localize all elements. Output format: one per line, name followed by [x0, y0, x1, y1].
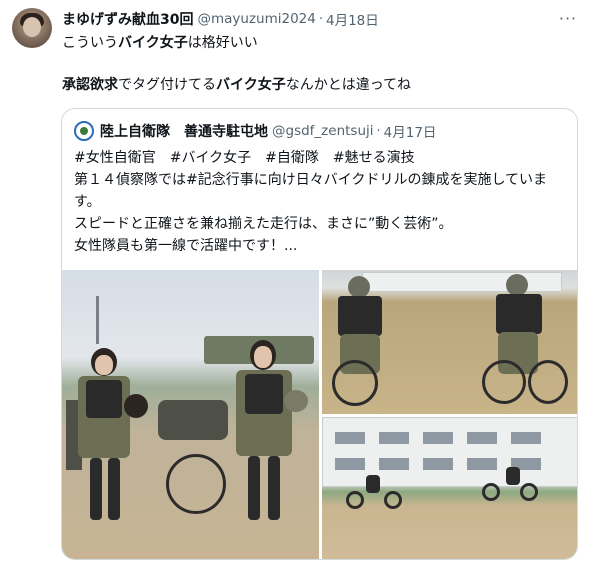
hashtags-line[interactable]: #女性自衛官 #バイク女子 #自衛隊 #魅せる演技 — [74, 147, 569, 169]
tweet-text: こういうバイク女子は格好いい 承認欲求でタグ付けてるバイク女子なんかとは違ってね — [62, 32, 572, 96]
quoted-text-line: スピードと正確さを兼ね揃えた走行は、まさに”動く芸術”。 — [74, 216, 453, 232]
quoted-text-line: 女性隊員も第一線で活躍中です！... — [74, 238, 298, 254]
window — [335, 432, 365, 444]
window — [335, 458, 365, 470]
text-bold-segment: 承認欲求 — [62, 77, 118, 93]
rider-far-left — [346, 475, 406, 511]
boot-right — [268, 456, 280, 520]
helmet-held — [284, 390, 308, 412]
photo-two-soldiers-with-bikes[interactable] — [62, 270, 319, 559]
window — [379, 432, 409, 444]
window — [467, 432, 497, 444]
tweet: まゆげずみ献血30回 @mayuzumi2024 · 4月18日 ··· こうい… — [0, 0, 589, 563]
bike-wheel — [520, 483, 538, 501]
helmet — [506, 274, 528, 296]
lamp-pole — [96, 296, 99, 344]
boot-left — [90, 458, 102, 520]
display-name[interactable]: まゆげずみ献血30回 — [62, 9, 193, 29]
boot-right — [108, 458, 120, 520]
window — [423, 458, 453, 470]
boot-left — [248, 456, 260, 520]
tweet-text-blank — [62, 54, 572, 74]
text-bold-segment: バイク女子 — [216, 77, 286, 93]
tweet-text-line-2: 承認欲求でタグ付けてるバイク女子なんかとは違ってね — [62, 74, 572, 96]
quoted-tweet-header: 陸上自衛隊 善通寺駐屯地 @gsdf_zentsuji · 4月17日 — [74, 121, 436, 141]
bike-wheel-front — [166, 454, 226, 514]
tweet-text-line-1: こういうバイク女子は格好いい — [62, 32, 572, 54]
body-armor — [338, 296, 382, 336]
body-armor — [245, 374, 283, 414]
separator-dot: · — [376, 123, 381, 139]
separator-dot: · — [318, 11, 323, 27]
window — [379, 458, 409, 470]
face — [95, 355, 113, 375]
bike-wheel — [528, 360, 568, 404]
face — [254, 346, 272, 368]
helmet — [348, 276, 370, 298]
quoted-display-name[interactable]: 陸上自衛隊 善通寺駐屯地 — [100, 121, 268, 141]
helmet-in-hand — [124, 394, 148, 418]
tweet-header: まゆげずみ献血30回 @mayuzumi2024 · 4月18日 — [62, 9, 379, 29]
soldier-left — [78, 348, 138, 528]
rider-right — [472, 274, 572, 410]
media-grid — [62, 270, 577, 559]
quoted-text-line: す。 — [74, 194, 101, 210]
quoted-tweet[interactable]: 陸上自衛隊 善通寺駐屯地 @gsdf_zentsuji · 4月17日 #女性自… — [61, 108, 578, 560]
text-segment: なんかとは違ってね — [285, 77, 412, 93]
quoted-text-line: 第１４偵察隊では#記念行事に向け日々バイクドリルの錬成を実施していま — [74, 172, 548, 188]
bike-wheel — [332, 360, 378, 406]
window — [423, 432, 453, 444]
bike-wheel — [384, 491, 402, 509]
text-segment: こういう — [62, 35, 118, 51]
rider-left — [330, 276, 400, 408]
user-handle[interactable]: @mayuzumi2024 — [197, 11, 315, 27]
rider — [366, 475, 380, 493]
text-bold-segment: バイク女子 — [118, 35, 188, 51]
bike-body — [158, 400, 228, 440]
bike-wheel — [482, 360, 526, 404]
body-armor — [496, 294, 542, 334]
body-armor — [86, 380, 122, 418]
more-options-icon[interactable]: ··· — [558, 9, 578, 28]
window — [511, 432, 541, 444]
gsdf-emblem-icon[interactable] — [74, 121, 94, 141]
quoted-handle[interactable]: @gsdf_zentsuji — [272, 123, 374, 139]
bike-wheel — [346, 491, 364, 509]
text-segment: でタグ付けてる — [118, 77, 216, 93]
quoted-tweet-text: #女性自衛官 #バイク女子 #自衛隊 #魅せる演技 第１４偵察隊では#記念行事に… — [74, 147, 569, 257]
quoted-date[interactable]: 4月17日 — [384, 121, 437, 141]
photo-riders-in-field[interactable] — [322, 417, 577, 559]
text-segment: は格好いい — [187, 35, 258, 51]
avatar-face — [23, 17, 41, 37]
photo-riders-on-bikes[interactable] — [322, 270, 577, 414]
soldier-right — [234, 340, 300, 530]
rider — [506, 467, 520, 485]
user-avatar[interactable] — [12, 8, 52, 48]
rider-far-right — [482, 467, 542, 503]
tweet-date[interactable]: 4月18日 — [326, 9, 379, 29]
bike-wheel — [482, 483, 500, 501]
